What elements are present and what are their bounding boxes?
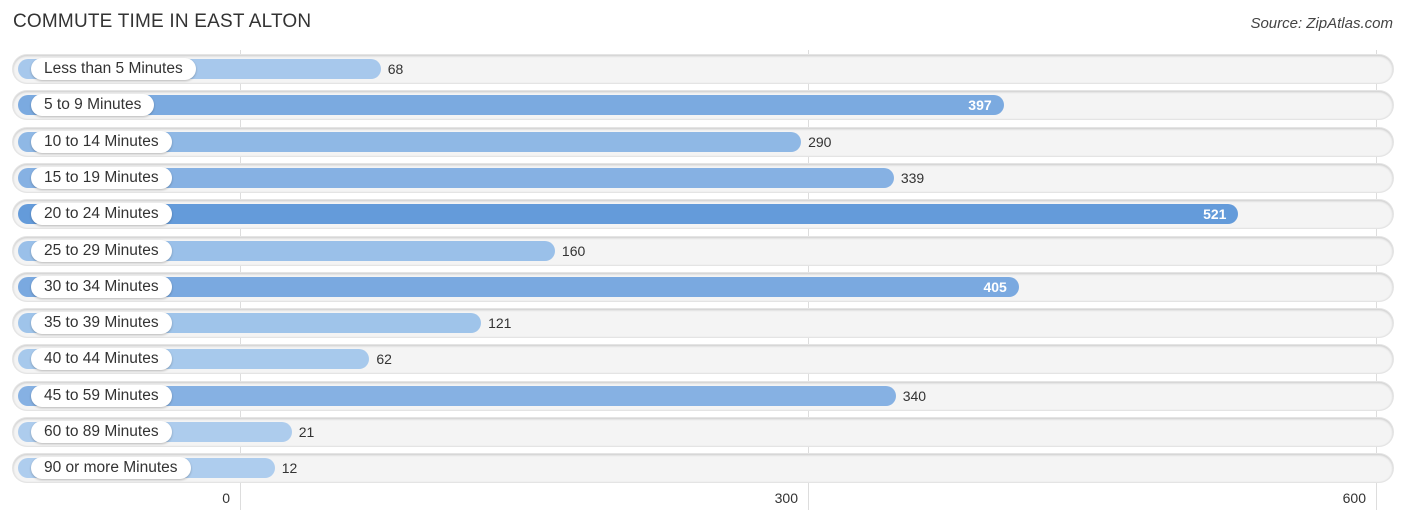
bar [18,204,1239,224]
category-label: 60 to 89 Minutes [31,421,172,443]
source-label: Source: ZipAtlas.com [1250,15,1393,32]
category-label: 25 to 29 Minutes [31,240,172,262]
category-label: 35 to 39 Minutes [31,312,172,334]
value-label: 121 [488,315,512,331]
category-label: 15 to 19 Minutes [31,167,172,189]
value-label: 12 [281,460,298,476]
x-tick-label: 0 [222,490,230,506]
category-label: 5 to 9 Minutes [31,94,155,116]
value-label: 290 [808,134,832,150]
value-label: 397 [968,97,992,113]
value-label: 339 [900,170,925,186]
x-tick-label: 600 [1342,490,1366,506]
category-label: 20 to 24 Minutes [31,203,172,225]
chart-title: COMMUTE TIME IN EAST ALTON [13,11,312,32]
category-label: 40 to 44 Minutes [31,348,172,370]
category-label: 90 or more Minutes [31,457,191,479]
value-label: 62 [376,351,392,367]
value-label: 405 [983,279,1007,295]
value-label: 340 [902,388,927,404]
category-label: 30 to 34 Minutes [31,276,172,298]
value-label: 521 [1203,206,1227,222]
value-label: 160 [561,243,586,259]
category-label: 10 to 14 Minutes [31,131,172,153]
x-tick-label: 300 [774,490,798,506]
category-label: Less than 5 Minutes [31,58,196,80]
value-label: 68 [387,61,404,77]
chart: COMMUTE TIME IN EAST ALTON Source: ZipAt… [0,0,1406,523]
bar [18,95,1004,115]
category-label: 45 to 59 Minutes [31,385,172,407]
value-label: 21 [298,424,315,440]
